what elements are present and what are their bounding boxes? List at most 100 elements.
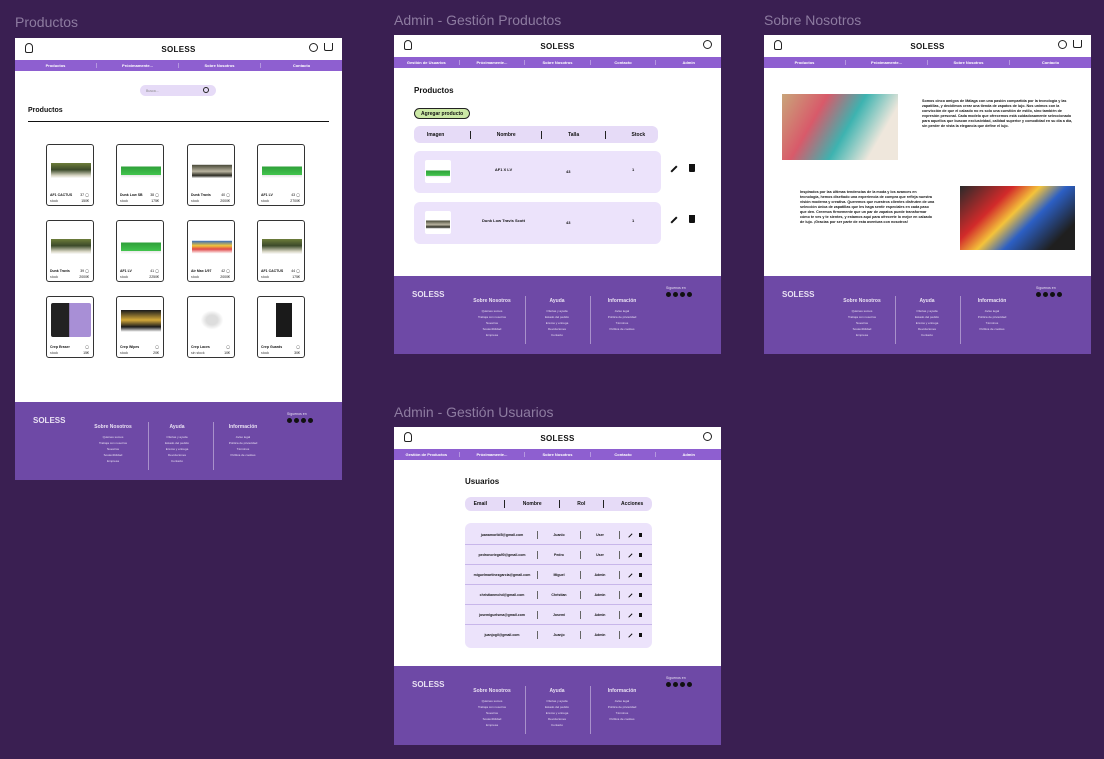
tiktok-icon[interactable]: [1043, 292, 1048, 297]
product-card[interactable]: Crep Laces ◯ sin stock 10€: [187, 296, 235, 358]
nav-item-proximamente[interactable]: Próximamente...: [460, 452, 526, 457]
footer-link[interactable]: Contacto: [537, 723, 577, 727]
product-card[interactable]: Air Max 1/97 42 ◯ stock 2000€: [187, 220, 235, 282]
footer-link[interactable]: Empresa: [472, 333, 512, 337]
footer-link[interactable]: Devoluciones: [537, 717, 577, 721]
footer-link[interactable]: Sostenibilidad: [472, 327, 512, 331]
product-card[interactable]: AF1 LV 43 ◯ stock 2700€: [257, 144, 305, 206]
footer-link[interactable]: Términos: [223, 447, 263, 451]
footer-link[interactable]: Envíos y entrega: [157, 447, 197, 451]
nav-item-contacto[interactable]: Contacto: [591, 452, 657, 457]
footer-link[interactable]: Envíos y entrega: [907, 321, 947, 325]
search-icon[interactable]: [203, 87, 209, 93]
nav-item-proximamente[interactable]: Próximamente...: [460, 60, 526, 65]
footer-link[interactable]: Política de privacidad: [602, 315, 642, 319]
footer-link[interactable]: Envíos y entrega: [537, 711, 577, 715]
cart-icon[interactable]: [1073, 40, 1082, 48]
instagram-icon[interactable]: [666, 292, 671, 297]
footer-link[interactable]: Quiénes somos: [472, 699, 512, 703]
footer-link[interactable]: Aviso legal: [972, 309, 1012, 313]
footer-link[interactable]: Contacto: [537, 333, 577, 337]
footer-link[interactable]: Quiénes somos: [842, 309, 882, 313]
x-icon[interactable]: [680, 292, 685, 297]
footer-link[interactable]: Ofertas y ayuda: [537, 699, 577, 703]
nav-item-productos[interactable]: Productos: [15, 63, 97, 68]
nav-item-gestion-productos[interactable]: Gestión de Productos: [394, 452, 460, 457]
footer-link[interactable]: Nuestros: [472, 321, 512, 325]
product-card[interactable]: Dunk Travis 39 ◯ stock 2000€: [46, 220, 94, 282]
tiktok-icon[interactable]: [294, 418, 299, 423]
footer-link[interactable]: Contacto: [907, 333, 947, 337]
product-card[interactable]: Crep Eraser ◯ stock 15€: [46, 296, 94, 358]
tiktok-icon[interactable]: [673, 682, 678, 687]
delete-icon[interactable]: [639, 612, 642, 617]
x-icon[interactable]: [301, 418, 306, 423]
footer-link[interactable]: Devoluciones: [907, 327, 947, 331]
footer-link[interactable]: Política de privacidad: [602, 705, 642, 709]
nav-item-contacto[interactable]: Contacto: [591, 60, 657, 65]
user-icon[interactable]: [309, 43, 318, 52]
user-icon[interactable]: [703, 40, 712, 49]
footer-link[interactable]: Estado del pedido: [537, 315, 577, 319]
instagram-icon[interactable]: [666, 682, 671, 687]
footer-link[interactable]: Estado del pedido: [157, 441, 197, 445]
footer-link[interactable]: Nuestros: [93, 447, 133, 451]
footer-link[interactable]: Contacto: [157, 459, 197, 463]
footer-link[interactable]: Términos: [972, 321, 1012, 325]
footer-link[interactable]: Política de cookies: [223, 453, 263, 457]
footer-link[interactable]: Devoluciones: [157, 453, 197, 457]
tiktok-icon[interactable]: [673, 292, 678, 297]
edit-icon[interactable]: [670, 216, 678, 224]
nav-item-sobre-nosotros[interactable]: Sobre Nosotros: [525, 60, 591, 65]
ghost-logo-icon[interactable]: [25, 43, 33, 53]
footer-link[interactable]: Quiénes somos: [472, 309, 512, 313]
footer-link[interactable]: Aviso legal: [602, 309, 642, 313]
footer-link[interactable]: Sostenibilidad: [472, 717, 512, 721]
footer-link[interactable]: Nuestros: [842, 321, 882, 325]
youtube-icon[interactable]: [687, 682, 692, 687]
edit-icon[interactable]: [670, 165, 678, 173]
footer-link[interactable]: Empresa: [93, 459, 133, 463]
delete-icon[interactable]: [639, 633, 642, 637]
search-input[interactable]: Busca...: [140, 85, 216, 96]
footer-link[interactable]: Sostenibilidad: [842, 327, 882, 331]
footer-link[interactable]: Aviso legal: [602, 699, 642, 703]
footer-link[interactable]: Trabaja con nosotros: [842, 315, 882, 319]
footer-link[interactable]: Estado del pedido: [537, 705, 577, 709]
nav-item-sobre-nosotros[interactable]: Sobre Nosotros: [525, 452, 591, 457]
footer-link[interactable]: Política de cookies: [602, 327, 642, 331]
footer-link[interactable]: Nuestros: [472, 711, 512, 715]
delete-icon[interactable]: [689, 215, 695, 223]
footer-link[interactable]: Devoluciones: [537, 327, 577, 331]
edit-icon[interactable]: [628, 612, 633, 618]
nav-item-admin[interactable]: Admin: [656, 452, 721, 457]
product-card[interactable]: Dunk Low SB 38 ◯ stock 175€: [116, 144, 164, 206]
footer-link[interactable]: Trabaja con nosotros: [472, 315, 512, 319]
brand-logo[interactable]: SOLESS: [540, 434, 574, 443]
footer-link[interactable]: Empresa: [472, 723, 512, 727]
footer-link[interactable]: Estado del pedido: [907, 315, 947, 319]
product-card[interactable]: AF1 LV 41 ◯ stock 2250€: [116, 220, 164, 282]
brand-logo[interactable]: SOLESS: [540, 42, 574, 51]
product-card[interactable]: Dunk Travis 40 ◯ stock 2000€: [187, 144, 235, 206]
edit-icon[interactable]: [628, 532, 633, 538]
footer-link[interactable]: Ofertas y ayuda: [157, 435, 197, 439]
product-card[interactable]: AF1 CACTUS 44 ◯ stock 175€: [257, 220, 305, 282]
delete-icon[interactable]: [639, 552, 642, 557]
ghost-logo-icon[interactable]: [404, 432, 412, 442]
user-icon[interactable]: [703, 432, 712, 441]
edit-icon[interactable]: [628, 552, 633, 558]
footer-link[interactable]: Términos: [602, 321, 642, 325]
footer-link[interactable]: Quiénes somos: [93, 435, 133, 439]
product-card[interactable]: Crep Wipes ◯ stock 20€: [116, 296, 164, 358]
footer-link[interactable]: Política de cookies: [602, 717, 642, 721]
cart-icon[interactable]: [324, 43, 333, 51]
footer-link[interactable]: Política de cookies: [972, 327, 1012, 331]
product-card[interactable]: Crep Guards ◯ stock 30€: [257, 296, 305, 358]
delete-icon[interactable]: [689, 164, 695, 172]
footer-link[interactable]: Trabaja con nosotros: [93, 441, 133, 445]
footer-link[interactable]: Aviso legal: [223, 435, 263, 439]
ghost-logo-icon[interactable]: [404, 40, 412, 50]
edit-icon[interactable]: [628, 572, 633, 578]
instagram-icon[interactable]: [287, 418, 292, 423]
